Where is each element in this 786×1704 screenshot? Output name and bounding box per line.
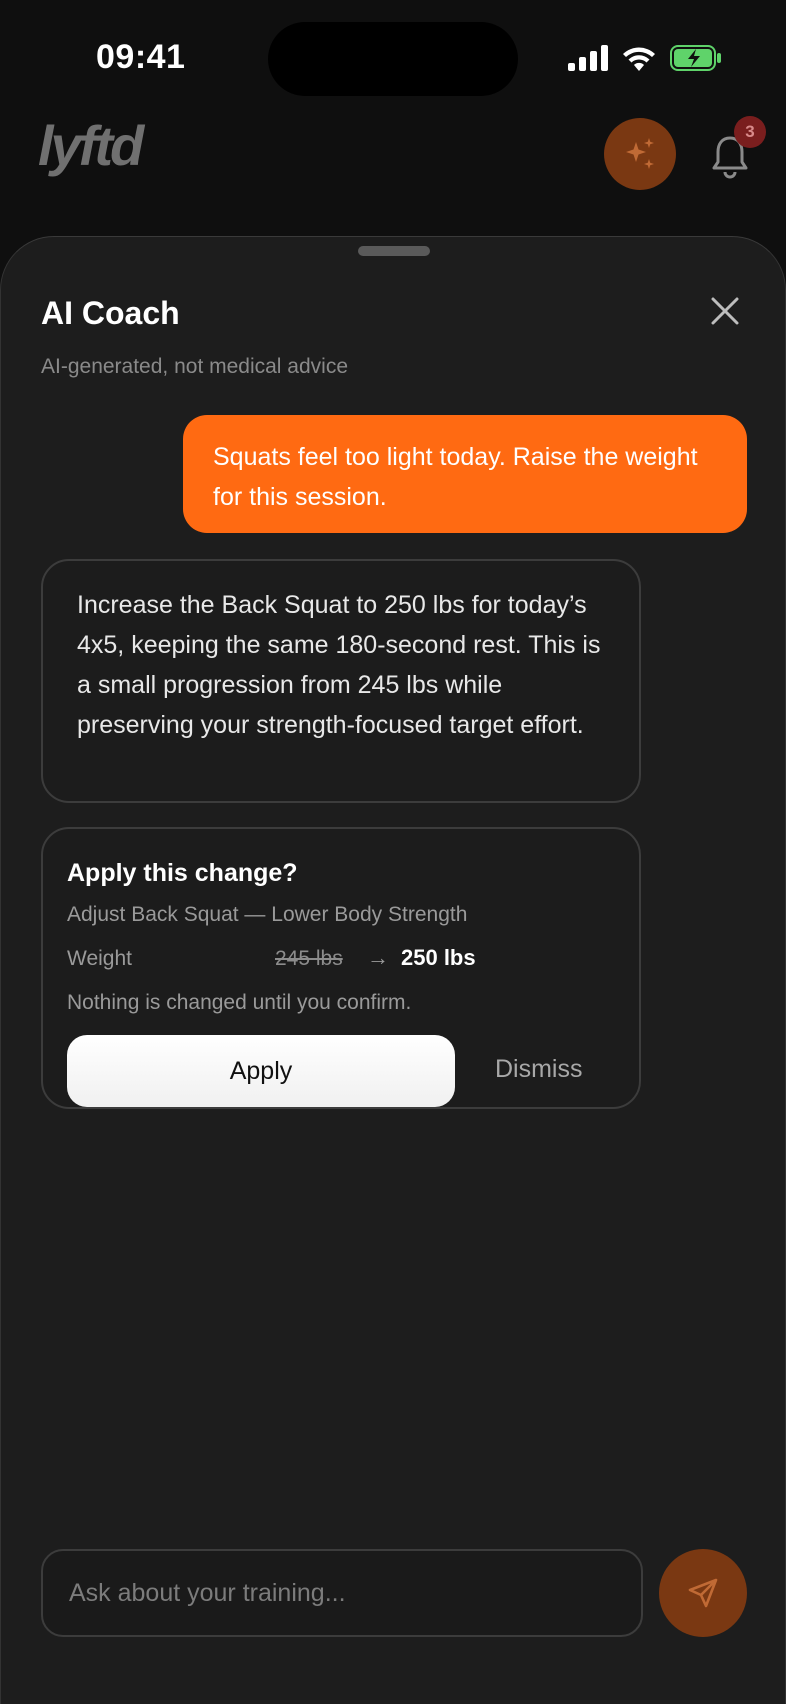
close-icon: [711, 297, 739, 325]
chat-input[interactable]: Ask about your training...: [41, 1549, 643, 1637]
sparkles-icon: [626, 138, 654, 169]
change-title: Apply this change?: [67, 859, 298, 887]
change-proposal-card: Apply this change? Adjust Back Squat — L…: [41, 827, 641, 1109]
disclaimer: AI-generated, not medical advice: [41, 355, 349, 378]
wifi-icon: [623, 47, 655, 71]
status-icons: [568, 44, 722, 72]
change-field-label: Weight: [67, 947, 132, 970]
chat-input-placeholder: Ask about your training...: [69, 1578, 346, 1607]
assistant-message: Increase the Back Squat to 250 lbs for t…: [41, 559, 641, 803]
battery-icon: [670, 45, 721, 71]
change-note: Nothing is changed until you confirm.: [67, 991, 412, 1014]
notification-badge: 3: [734, 116, 766, 148]
change-new-value: 250 lbs: [401, 945, 476, 970]
sheet-grabber[interactable]: [358, 246, 430, 256]
app-header: lyftd: [0, 110, 786, 200]
change-arrow: →: [367, 945, 389, 970]
change-old-value: 245 lbs: [275, 947, 343, 970]
app-logo: lyftd: [38, 114, 144, 177]
user-message: Squats feel too light today. Raise the w…: [183, 415, 747, 533]
close-button[interactable]: [707, 293, 743, 329]
apply-button[interactable]: Apply: [67, 1035, 455, 1107]
sheet-title: AI Coach: [41, 295, 180, 331]
screen: 09:41 lyftd 3 AI Coach AI-generated, not…: [0, 0, 786, 1704]
dynamic-island: [268, 22, 518, 96]
send-icon: [688, 1578, 718, 1608]
ai-coach-button[interactable]: [604, 118, 676, 190]
dismiss-button[interactable]: Dismiss: [495, 1055, 583, 1084]
status-time: 09:41: [96, 38, 186, 76]
change-subtitle: Adjust Back Squat — Lower Body Strength: [67, 903, 468, 926]
signal-icon: [568, 45, 608, 71]
ai-coach-sheet: AI Coach AI-generated, not medical advic…: [0, 236, 786, 1704]
send-button[interactable]: [659, 1549, 747, 1637]
